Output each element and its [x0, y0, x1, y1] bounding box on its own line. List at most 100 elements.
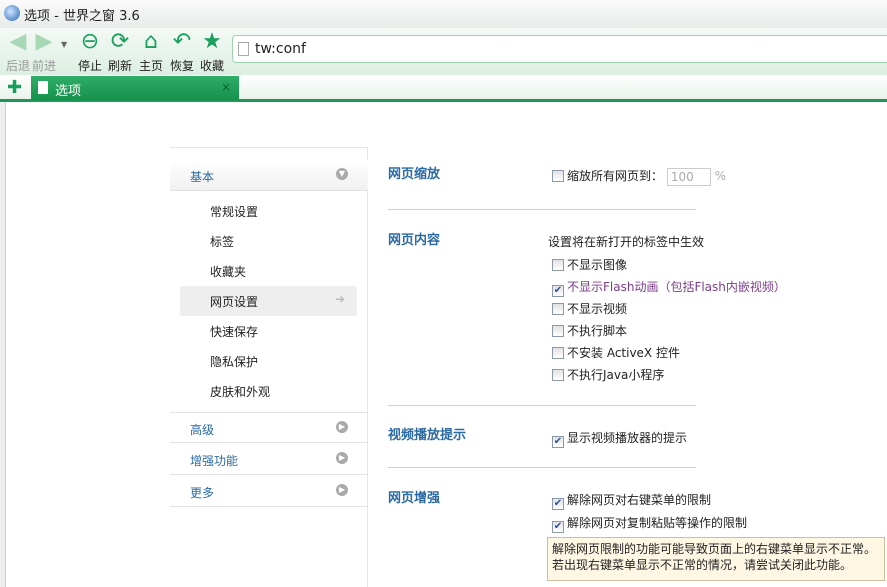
- checkbox-checked[interactable]: ✔: [552, 436, 564, 448]
- option-video-tip[interactable]: ✔ 显示视频播放器的提示: [552, 429, 687, 448]
- sidebar-item-tabs[interactable]: 标签: [180, 226, 357, 256]
- section-divider: [388, 467, 696, 468]
- group-label: 高级: [190, 423, 215, 437]
- sidebar-item-privacy[interactable]: 隐私保护: [180, 346, 357, 376]
- warning-tip: 解除网页限制的功能可能导致页面上的右键菜单显示不正常。 若出现右键菜单显示不正常…: [547, 537, 885, 581]
- stop-button[interactable]: ⊖ 停止: [78, 30, 102, 74]
- tip-line-2: 若出现右键菜单显示不正常的情况，请尝试关闭此功能。: [552, 558, 853, 572]
- tip-line-1: 解除网页限制的功能可能导致页面上的右键菜单显示不正常。: [552, 542, 877, 556]
- undo-arrow-icon: ↶: [172, 29, 192, 54]
- section-title-video: 视频播放提示: [388, 428, 467, 443]
- group-label: 更多: [190, 486, 215, 500]
- option-label: 不执行脚本: [567, 324, 628, 338]
- sidebar-group-advanced[interactable]: 高级 ▶: [170, 412, 368, 443]
- close-tab-icon[interactable]: ×: [221, 80, 231, 94]
- tab-label: 选项: [55, 84, 82, 99]
- home-label: 主页: [139, 59, 164, 73]
- section-title-content: 网页内容: [388, 233, 441, 248]
- option-no-activex[interactable]: 不安装 ActiveX 控件: [552, 344, 680, 361]
- new-tab-plus-icon[interactable]: ✚: [7, 77, 22, 98]
- section-title-zoom: 网页缩放: [388, 167, 441, 182]
- zoom-checkbox[interactable]: [552, 170, 564, 182]
- checkbox[interactable]: [552, 347, 564, 359]
- option-label: 不执行Java小程序: [567, 368, 665, 382]
- address-bar[interactable]: tw:conf: [232, 35, 887, 63]
- zoom-percent-input[interactable]: 100: [666, 167, 711, 186]
- page-icon: [38, 81, 48, 94]
- option-label: 解除网页对复制粘贴等操作的限制: [567, 516, 748, 530]
- sidebar-item-general[interactable]: 常规设置: [180, 196, 357, 226]
- item-label: 网页设置: [210, 295, 259, 309]
- tab-options[interactable]: 选项 ×: [31, 76, 239, 100]
- content-note: 设置将在新打开的标签中生效: [548, 235, 705, 249]
- history-dropdown-icon[interactable]: ▼: [61, 40, 67, 49]
- home-icon: ⌂: [144, 29, 158, 54]
- chevron-down-icon: ▼: [336, 168, 348, 180]
- refresh-label: 刷新: [108, 59, 133, 73]
- sidebar-group-basic[interactable]: 基本 ▼: [170, 160, 368, 191]
- item-label: 皮肤和外观: [210, 385, 271, 399]
- chevron-right-icon: ▶: [336, 421, 348, 433]
- sidebar-item-quick-save[interactable]: 快速保存: [180, 316, 357, 346]
- chevron-right-icon: ▶: [336, 484, 348, 496]
- checkbox[interactable]: [552, 303, 564, 315]
- favorites-label: 收藏: [200, 59, 225, 73]
- star-icon: ★: [202, 29, 222, 54]
- chevron-right-icon: ▶: [336, 452, 348, 464]
- section-divider: [388, 405, 696, 406]
- address-text: tw:conf: [255, 41, 306, 57]
- forward-button[interactable]: ▶ 前进: [32, 30, 56, 74]
- page-icon: [238, 42, 249, 56]
- stop-icon: ⊖: [80, 29, 100, 54]
- refresh-icon: ⟳: [110, 29, 130, 54]
- sidebar-item-skin[interactable]: 皮肤和外观: [180, 376, 357, 406]
- group-label: 增强功能: [190, 454, 239, 468]
- group-label: 基本: [190, 170, 215, 184]
- zoom-label: 缩放所有网页到：: [567, 169, 664, 183]
- item-label: 隐私保护: [210, 355, 259, 369]
- option-label: 不显示图像: [567, 258, 628, 272]
- sidebar-item-webpage-settings[interactable]: 网页设置 ➜: [180, 286, 357, 316]
- item-label: 收藏夹: [210, 265, 247, 279]
- checkbox-checked[interactable]: ✔: [552, 285, 564, 297]
- checkbox[interactable]: [552, 369, 564, 381]
- stop-label: 停止: [78, 59, 103, 73]
- restore-button[interactable]: ↶ 恢复: [170, 30, 194, 74]
- option-no-video[interactable]: 不显示视频: [552, 300, 627, 317]
- sidebar-item-favorites[interactable]: 收藏夹: [180, 256, 357, 286]
- option-no-flash[interactable]: ✔ 不显示Flash动画（包括Flash内嵌视频）: [552, 278, 786, 297]
- zoom-option: 缩放所有网页到： 100 %: [552, 167, 726, 186]
- option-label: 不显示视频: [567, 302, 628, 316]
- option-unlock-context-menu[interactable]: ✔ 解除网页对右键菜单的限制: [552, 491, 711, 510]
- checkbox-checked[interactable]: ✔: [552, 498, 564, 510]
- option-label: 不安装 ActiveX 控件: [567, 346, 680, 360]
- item-label: 常规设置: [210, 205, 259, 219]
- checkbox[interactable]: [552, 259, 564, 271]
- item-label: 快速保存: [210, 325, 259, 339]
- favorites-button[interactable]: ★ 收藏: [200, 30, 224, 74]
- sidebar-group-enhance[interactable]: 增强功能 ▶: [170, 444, 368, 475]
- back-button[interactable]: ◀ 后退: [6, 30, 30, 74]
- zoom-unit: %: [714, 169, 727, 183]
- refresh-button[interactable]: ⟳ 刷新: [108, 30, 132, 74]
- option-label: 解除网页对右键菜单的限制: [567, 493, 712, 507]
- option-unlock-copy-paste[interactable]: ✔ 解除网页对复制粘贴等操作的限制: [552, 514, 747, 533]
- item-label: 标签: [210, 235, 235, 249]
- back-arrow-icon: ◀: [9, 29, 27, 54]
- sidebar-group-more[interactable]: 更多 ▶: [170, 476, 368, 507]
- settings-sidebar: 基本 ▼ 常规设置 标签 收藏夹 网页设置 ➜ 快速保存 隐私保护 皮肤和外观 高级…: [170, 147, 368, 587]
- arrow-right-icon: ➜: [334, 292, 345, 306]
- back-label: 后退: [6, 59, 31, 73]
- left-border: [0, 102, 6, 587]
- option-no-script[interactable]: 不执行脚本: [552, 322, 627, 339]
- option-no-java[interactable]: 不执行Java小程序: [552, 366, 664, 383]
- option-label: 显示视频播放器的提示: [567, 431, 688, 445]
- checkbox-checked[interactable]: ✔: [552, 521, 564, 533]
- window-title: 选项 - 世界之窗 3.6: [24, 9, 140, 24]
- title-bar: 选项 - 世界之窗 3.6: [0, 0, 887, 28]
- checkbox[interactable]: [552, 325, 564, 337]
- home-button[interactable]: ⌂ 主页: [139, 30, 163, 74]
- forward-arrow-icon: ▶: [35, 29, 53, 54]
- option-no-images[interactable]: 不显示图像: [552, 256, 627, 273]
- section-title-enhance: 网页增强: [388, 491, 441, 506]
